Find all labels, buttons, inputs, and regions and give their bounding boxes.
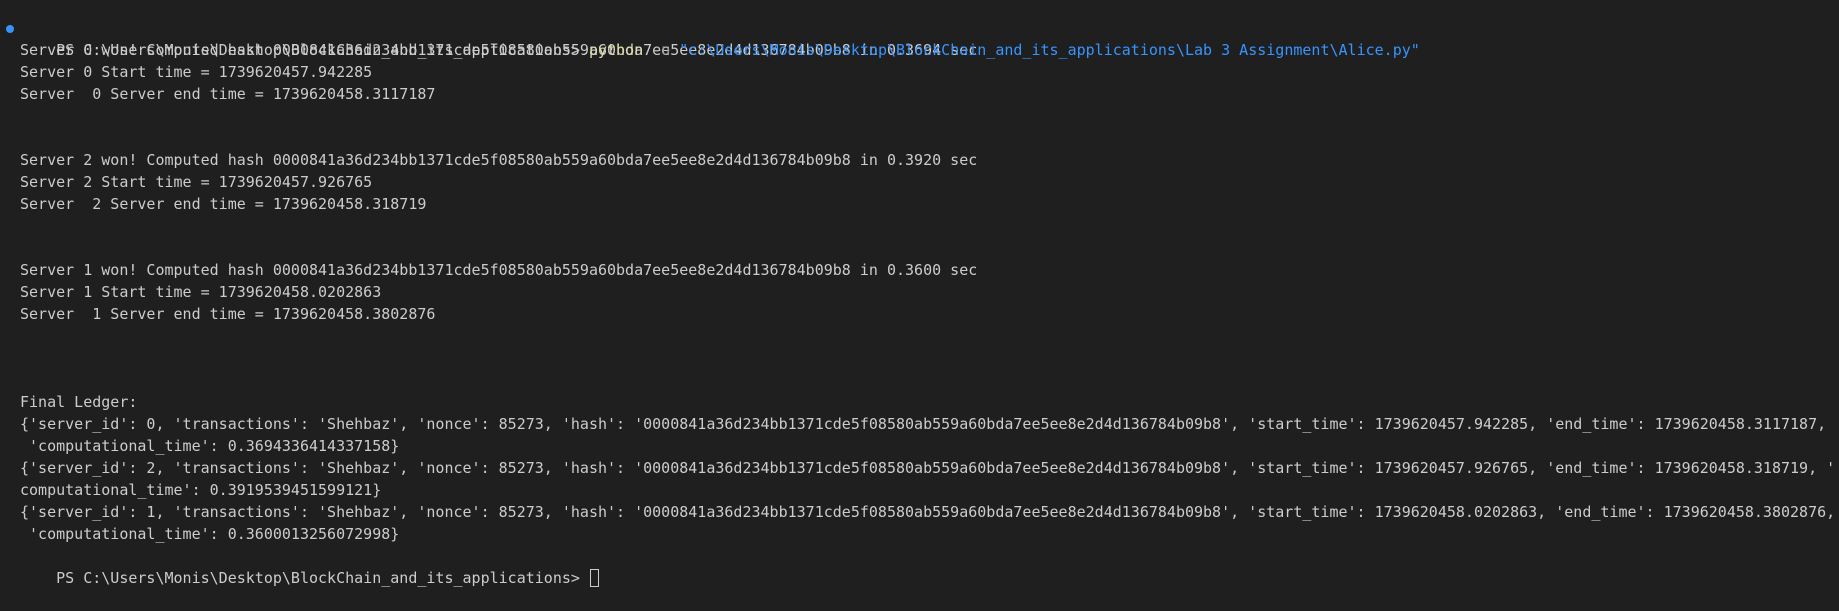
server-end-time-line: Server 2 Server end time = 1739620458.31…	[20, 195, 427, 213]
ledger-title: Final Ledger:	[20, 393, 138, 411]
ledger-line: computational_time': 0.3919539451599121}	[20, 481, 382, 499]
ledger-line: 'computational_time': 0.3600013256072998…	[20, 525, 400, 543]
server-start-time-line: Server 2 Start time = 1739620457.926765	[20, 173, 373, 191]
server-end-time-line: Server 1 Server end time = 1739620458.38…	[20, 305, 436, 323]
command-line: PS C:\Users\Monis\Desktop\BlockChain_and…	[6, 17, 1839, 59]
ledger-line: {'server_id': 1, 'transactions': 'Shehba…	[20, 503, 1836, 521]
server-start-time-line: Server 0 Start time = 1739620457.942285	[20, 63, 373, 81]
server-end-time-line: Server 0 Server end time = 1739620458.31…	[20, 85, 436, 103]
server-won-line: Server 2 won! Computed hash 0000841a36d2…	[20, 151, 978, 169]
final-prompt-line[interactable]: PS C:\Users\Monis\Desktop\BlockChain_and…	[20, 545, 1839, 587]
command-executable: python	[588, 41, 644, 59]
prompt-text: PS C:\Users\Monis\Desktop\BlockChain_and…	[56, 41, 580, 59]
ledger-line: {'server_id': 2, 'transactions': 'Shehba…	[20, 459, 1836, 477]
ledger-line: {'server_id': 0, 'transactions': 'Shehba…	[20, 415, 1827, 433]
command-flag: -u	[652, 41, 671, 59]
command-status-dot-icon[interactable]	[6, 25, 14, 33]
server-won-line: Server 1 won! Computed hash 0000841a36d2…	[20, 261, 978, 279]
command-path[interactable]: "c:\Users\Monis\Desktop\BlockChain_and_i…	[679, 41, 1420, 59]
server-start-time-line: Server 1 Start time = 1739620458.0202863	[20, 283, 382, 301]
final-prompt-text: PS C:\Users\Monis\Desktop\BlockChain_and…	[56, 569, 580, 587]
block-cursor-icon	[589, 569, 599, 587]
terminal-panel[interactable]: PS C:\Users\Monis\Desktop\BlockChain_and…	[0, 0, 1839, 587]
ledger-line: 'computational_time': 0.3694336414337158…	[20, 437, 400, 455]
